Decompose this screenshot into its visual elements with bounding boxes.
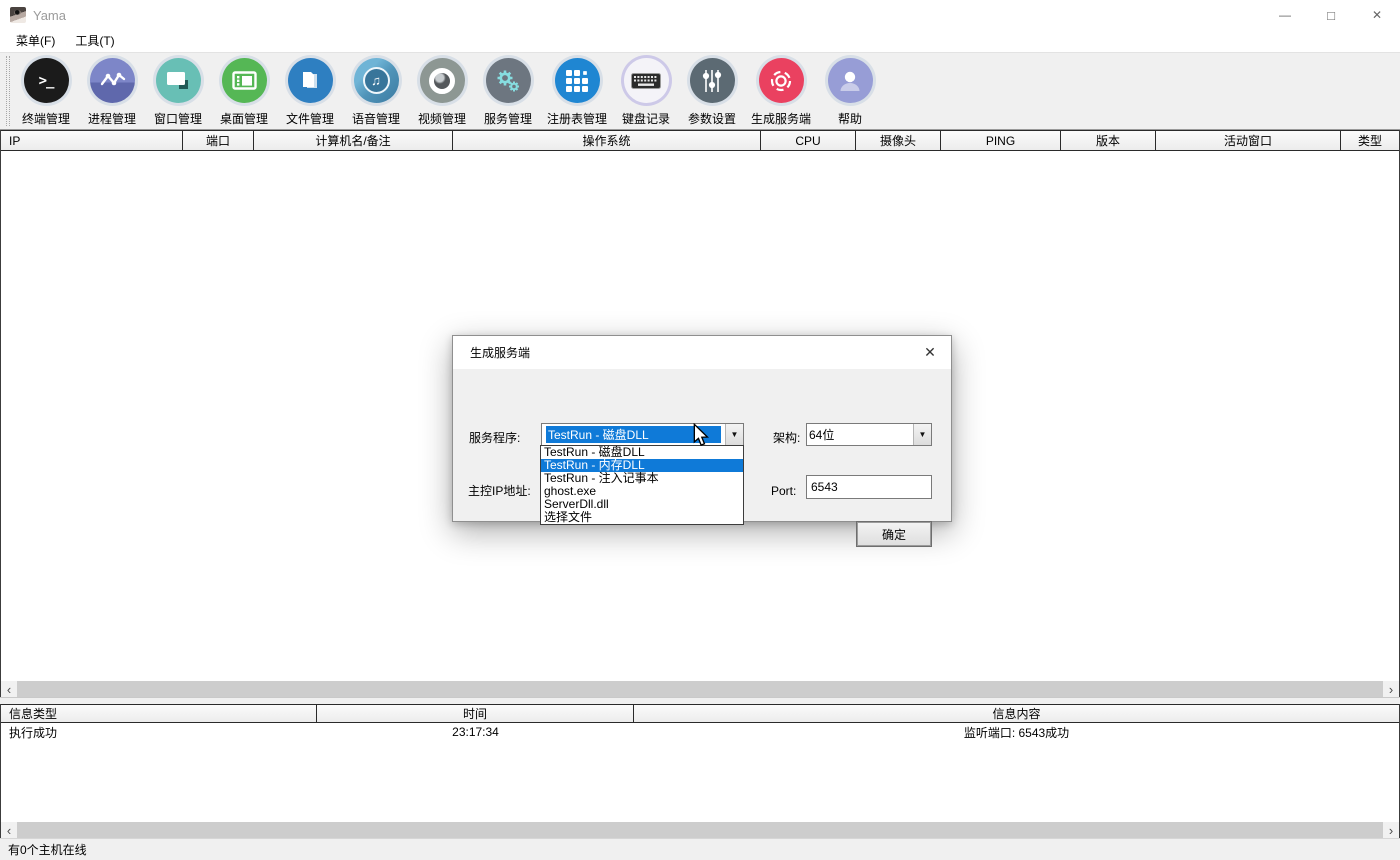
dropdown-item[interactable]: TestRun - 注入记事本 [541,472,743,485]
toolbar-item-keylogger[interactable]: 键盘记录 [613,53,679,127]
file-icon [288,58,333,103]
maximize-icon[interactable]: □ [1308,0,1354,30]
dropdown-item-selected[interactable]: TestRun - 内存DLL [541,459,743,472]
process-icon [90,58,135,103]
port-input[interactable] [806,475,932,499]
window-controls: — □ ✕ [1262,0,1400,30]
audio-icon: ♫ [354,58,399,103]
help-icon [828,58,873,103]
col-version[interactable]: 版本 [1061,131,1156,151]
window-icon [156,58,201,103]
dialog-title-bar: 生成服务端 ✕ [453,336,951,369]
mouse-cursor [693,423,709,450]
port-label: Port: [771,484,796,498]
scroll-right-icon[interactable]: › [1383,681,1399,697]
col-ip[interactable]: IP [1,131,183,151]
program-dropdown-list: TestRun - 磁盘DLL TestRun - 内存DLL TestRun … [540,445,744,525]
toolbar-item-settings[interactable]: 参数设置 [679,53,745,127]
log-body: 执行成功 23:17:34 监听端口: 6543成功 [1,723,1399,822]
close-icon[interactable]: ✕ [1354,0,1400,30]
dialog-close-icon[interactable]: ✕ [919,342,941,364]
log-header: 信息类型 时间 信息内容 [1,704,1399,723]
title-bar: Yama — □ ✕ [0,0,1400,30]
toolbar-item-generate-server[interactable]: 生成服务端 [745,53,817,127]
toolbar-item-audio[interactable]: ♫ 语音管理 [343,53,409,127]
toolbar-gripper [6,56,10,126]
dropdown-item[interactable]: ServerDll.dll [541,498,743,511]
log-row[interactable]: 执行成功 23:17:34 监听端口: 6543成功 [1,723,1399,741]
status-bar: 有0个主机在线 [0,838,1400,860]
app-title: Yama [33,8,66,23]
toolbar-item-desktop[interactable]: 桌面管理 [211,53,277,127]
chevron-down-icon[interactable]: ▼ [913,424,931,445]
scroll-left-icon[interactable]: ‹ [1,822,17,838]
arch-combobox-value: 64位 [807,424,913,445]
chevron-down-icon[interactable]: ▼ [725,424,743,445]
toolbar-item-registry[interactable]: 注册表管理 [541,53,613,127]
dropdown-item[interactable]: 选择文件 [541,511,743,524]
toolbar-item-process[interactable]: 进程管理 [79,53,145,127]
col-message-content[interactable]: 信息内容 [634,705,1399,723]
log-hscrollbar: ‹ › [1,822,1399,838]
log-content: 监听端口: 6543成功 [634,724,1399,741]
toolbar-item-terminal[interactable]: >_ 终端管理 [13,53,79,127]
menu-item-file[interactable]: 菜单(F) [8,30,63,52]
video-icon [420,58,465,103]
col-camera[interactable]: 摄像头 [856,131,941,151]
scrollbar-thumb[interactable] [17,681,1383,697]
toolbar-item-service[interactable]: 服务管理 [475,53,541,127]
arch-label: 架构: [773,429,800,446]
minimize-icon[interactable]: — [1262,0,1308,30]
service-icon [486,58,531,103]
app-icon [10,7,26,23]
dropdown-item[interactable]: ghost.exe [541,485,743,498]
col-os[interactable]: 操作系统 [453,131,761,151]
col-computer-name[interactable]: 计算机名/备注 [254,131,453,151]
registry-icon [555,58,600,103]
generate-server-icon [759,58,804,103]
host-list-hscrollbar: ‹ › [1,681,1399,697]
col-active-window[interactable]: 活动窗口 [1156,131,1341,151]
log-time: 23:17:34 [317,725,634,739]
host-list-header: IP 端口 计算机名/备注 操作系统 CPU 摄像头 PING 版本 活动窗口 … [1,130,1399,151]
col-type[interactable]: 类型 [1341,131,1399,151]
col-port[interactable]: 端口 [183,131,254,151]
scroll-left-icon[interactable]: ‹ [1,681,17,697]
arch-combobox[interactable]: 64位 ▼ [806,423,932,446]
toolbar-item-window[interactable]: 窗口管理 [145,53,211,127]
desktop-icon [222,58,267,103]
scroll-right-icon[interactable]: › [1383,822,1399,838]
menu-bar: 菜单(F) 工具(T) [0,30,1400,52]
log-panel: 信息类型 时间 信息内容 执行成功 23:17:34 监听端口: 6543成功 … [0,704,1400,838]
dropdown-item[interactable]: TestRun - 磁盘DLL [541,446,743,459]
status-text: 有0个主机在线 [8,841,87,858]
menu-item-tools[interactable]: 工具(T) [67,30,122,52]
log-type: 执行成功 [1,724,317,741]
col-ping[interactable]: PING [941,131,1061,151]
terminal-icon: >_ [24,58,69,103]
dialog-title: 生成服务端 [470,344,530,361]
scrollbar-thumb[interactable] [17,822,1383,838]
panel-splitter[interactable] [0,697,1400,704]
toolbar-item-video[interactable]: 视频管理 [409,53,475,127]
ok-button[interactable]: 确定 [856,521,932,547]
toolbar: >_ 终端管理 进程管理 窗口管理 桌面管理 文件管理 ♫ 语音管理 视频管理 [0,52,1400,130]
toolbar-item-help[interactable]: 帮助 [817,53,883,127]
params-icon [690,58,735,103]
program-combobox[interactable]: TestRun - 磁盘DLL ▼ [541,423,744,446]
col-message-type[interactable]: 信息类型 [1,705,317,723]
keyboard-icon [624,58,669,103]
col-time[interactable]: 时间 [317,705,634,723]
col-cpu[interactable]: CPU [761,131,856,151]
program-label: 服务程序: [469,429,520,446]
master-ip-label: 主控IP地址: [468,482,531,499]
toolbar-item-file[interactable]: 文件管理 [277,53,343,127]
